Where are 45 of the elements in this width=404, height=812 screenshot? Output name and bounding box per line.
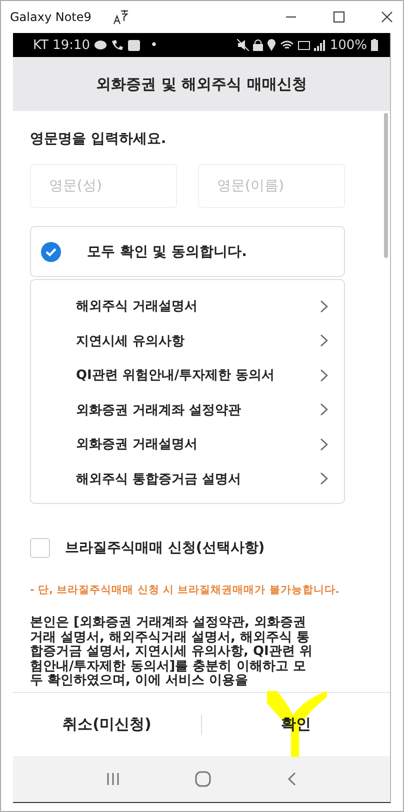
check-circle-icon[interactable] [41,242,61,262]
hd-icon [298,40,310,50]
statement-paragraph: 본인은 [외화증권 거래계좌 설정약관, 외화증권거래 설명서, 해외주식거래 설명서, 해외주식 통합증거금 설명서, 지연시세 유의사항, QI관련 위험안내/투자제한 동의서]를 충분히 이해하고 모두 확인하였으며, 이에 서비스 이용을 [30,616,314,688]
chevron-right-icon [320,472,328,486]
signal-icon [314,40,326,50]
close-icon[interactable] [381,11,393,23]
document-link[interactable]: QI관련 위험안내/투자제한 동의서 [31,358,344,392]
notice-text: - 단, 브라질주식매매 신청 시 브라질채권매매가 불가능합니다. [30,583,340,597]
name-input-field[interactable]: 영문(성) [30,164,177,208]
chevron-right-icon [320,300,328,313]
section-label: 영문명을 입력하세요. [30,130,168,148]
lock-icon [252,39,263,51]
location-icon [266,39,276,51]
mute-icon [236,39,249,51]
app-icon [128,40,140,50]
document-link[interactable]: 해외주식 거래설명서 [31,289,344,324]
chevron-right-icon [320,368,328,382]
call-icon [111,39,124,51]
wifi-icon [280,40,294,50]
window-title: Galaxy Note9 [10,10,92,24]
maximize-icon[interactable] [333,11,345,23]
document-link[interactable]: 지연시세 유의사항 [31,324,344,358]
agree-all-card[interactable]: 모두 확인 및 동의합니다. [30,226,345,277]
recent-apps-icon[interactable] [106,772,120,786]
page-title: 외화증권 및 해외주식 매매신청 [96,74,307,94]
back-icon[interactable] [287,772,298,786]
chevron-right-icon [320,403,328,416]
agree-all-label: 모두 확인 및 동의합니다. [87,242,247,260]
document-link[interactable]: 해외주식 통합증거금 설명서 [31,462,344,496]
carrier-time: KT 19:10 [33,38,90,52]
chevron-right-icon [320,438,328,451]
battery-icon [371,39,378,51]
highlighter-scribble-drawing [265,689,329,757]
chevron-right-icon [320,334,328,348]
battery-percent: 100% [330,38,367,52]
translate-icon[interactable] [113,9,130,25]
cancel-button[interactable]: 취소(미신청) [13,693,201,756]
home-icon[interactable] [195,771,212,787]
document-link[interactable]: 외화증권 거래설명서 [31,427,344,462]
notification-dot: • [150,38,158,52]
document-link[interactable]: 외화증권 거래계좌 설정약관 [31,392,344,427]
option-label: 브라질주식매매 신청(선택사항) [65,539,265,557]
checkbox[interactable] [30,538,50,558]
chat-bubble-icon [94,40,108,50]
name-input-field[interactable]: 영문(이름) [198,164,345,208]
